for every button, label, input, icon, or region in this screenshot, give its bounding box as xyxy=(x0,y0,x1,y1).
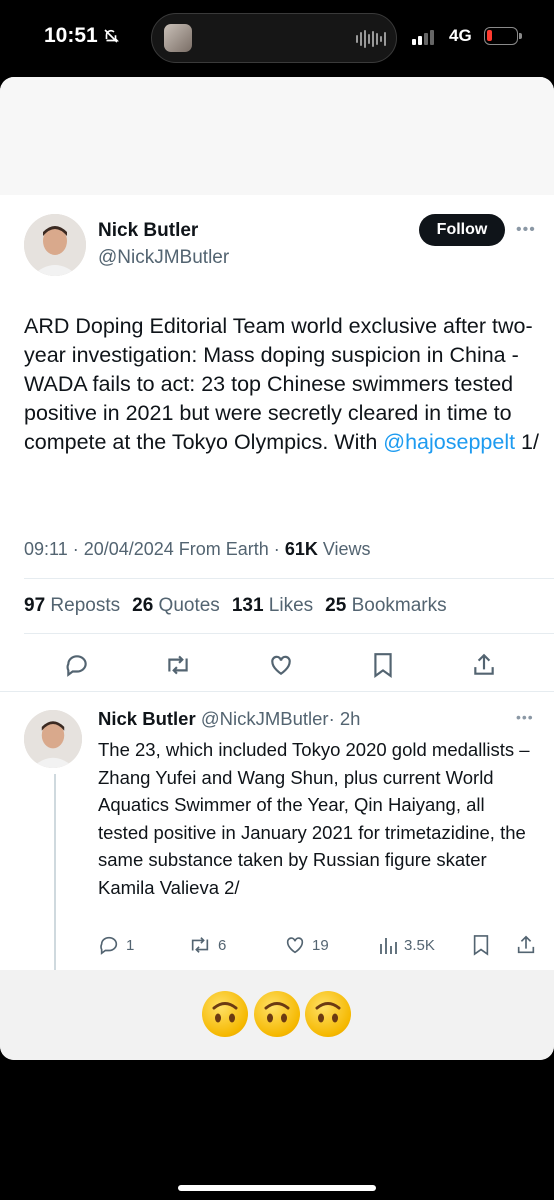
views-count: 61K xyxy=(284,539,318,559)
follow-button[interactable]: Follow xyxy=(419,214,505,246)
more-icon[interactable]: ••• xyxy=(516,221,536,239)
mute-bell-icon xyxy=(104,29,119,43)
stat-count: 26 xyxy=(132,595,154,616)
upside-down-face-emoji xyxy=(305,991,351,1037)
author-handle[interactable]: @NickJMButler xyxy=(98,247,229,269)
stat-label: Reposts xyxy=(50,595,121,616)
tweet-meta: 09:11 · 20/04/2024 From Earth · 61K View… xyxy=(24,539,371,560)
stat-count: 25 xyxy=(325,595,347,616)
engagement-stats: 97 Reposts 26 Quotes 131 Likes 25 Bookma… xyxy=(24,595,447,617)
reply-header: Nick Butler @NickJMButler· 2h xyxy=(98,708,360,730)
reply-icon xyxy=(100,936,118,955)
status-bar-time: 10:51 xyxy=(44,24,120,48)
battery-level xyxy=(487,30,492,41)
bookmark-icon[interactable] xyxy=(371,652,395,678)
caption-area xyxy=(0,970,554,1060)
upside-down-face-emoji xyxy=(254,991,300,1037)
views-count: 3.5K xyxy=(404,936,435,954)
audio-waveform-icon xyxy=(356,29,386,49)
reply-views-action[interactable]: 3.5K xyxy=(378,934,435,956)
repost-count: 6 xyxy=(218,936,227,954)
battery-icon xyxy=(484,27,518,45)
like-icon[interactable] xyxy=(268,652,294,678)
stat-label: Bookmarks xyxy=(351,595,447,616)
card-top-spacer xyxy=(0,77,554,195)
dynamic-island[interactable] xyxy=(151,13,397,63)
reply-author-avatar[interactable] xyxy=(24,710,82,768)
views-icon xyxy=(380,938,397,954)
stat-quotes[interactable]: 26 Quotes xyxy=(132,595,220,617)
reply-icon[interactable] xyxy=(64,652,90,678)
divider xyxy=(24,578,554,579)
upside-down-face-emoji xyxy=(202,991,248,1037)
stat-likes[interactable]: 131 Likes xyxy=(232,595,313,617)
share-icon[interactable] xyxy=(515,934,537,956)
reply-time: · 2h xyxy=(328,708,361,729)
stat-reposts[interactable]: 97 Reposts xyxy=(24,595,120,617)
repost-icon xyxy=(191,937,209,953)
reply-more-icon[interactable]: ••• xyxy=(516,709,534,725)
reply-count: 1 xyxy=(126,936,135,954)
thread-line xyxy=(54,774,56,970)
home-indicator[interactable] xyxy=(178,1185,376,1191)
reply-like-action[interactable]: 19 xyxy=(284,934,329,956)
views-label: Views xyxy=(317,539,371,559)
now-playing-artwork xyxy=(164,24,192,52)
divider xyxy=(24,633,554,634)
tweet-screenshot-card: Nick Butler @NickJMButler Follow ••• ARD… xyxy=(0,77,554,1060)
avatar-portrait-icon xyxy=(24,710,82,768)
tweet-text: ARD Doping Editorial Team world exclusiv… xyxy=(24,312,544,457)
repost-icon[interactable] xyxy=(164,652,192,678)
author-avatar[interactable] xyxy=(24,214,86,276)
reply-repost-action[interactable]: 6 xyxy=(188,934,226,956)
author-name[interactable]: Nick Butler xyxy=(98,220,198,242)
reply-author-name[interactable]: Nick Butler xyxy=(98,708,196,729)
timestamp: 09:11 · 20/04/2024 From Earth · xyxy=(24,539,285,559)
bookmark-icon[interactable] xyxy=(471,934,491,956)
network-type: 4G xyxy=(449,26,472,45)
reply-reply-action[interactable]: 1 xyxy=(98,934,134,956)
reply-text: The 23, which included Tokyo 2020 gold m… xyxy=(98,739,530,898)
like-count: 19 xyxy=(312,936,329,954)
battery-nub xyxy=(519,33,522,39)
stat-count: 131 xyxy=(231,595,264,616)
stat-count: 97 xyxy=(24,595,46,616)
signal-icon xyxy=(412,29,434,45)
stat-bookmarks[interactable]: 25 Bookmarks xyxy=(325,595,446,617)
clock-text: 10:51 xyxy=(44,24,98,47)
share-icon[interactable] xyxy=(471,652,497,678)
avatar-portrait-icon xyxy=(24,214,86,276)
stat-label: Likes xyxy=(268,595,314,616)
like-icon xyxy=(286,937,304,954)
divider xyxy=(0,691,554,692)
reply-author-handle[interactable]: @NickJMButler xyxy=(201,708,329,729)
thread-counter: 1/ xyxy=(515,430,539,454)
mention-link[interactable]: @hajoseppelt xyxy=(383,430,515,454)
stat-label: Quotes xyxy=(158,595,220,616)
